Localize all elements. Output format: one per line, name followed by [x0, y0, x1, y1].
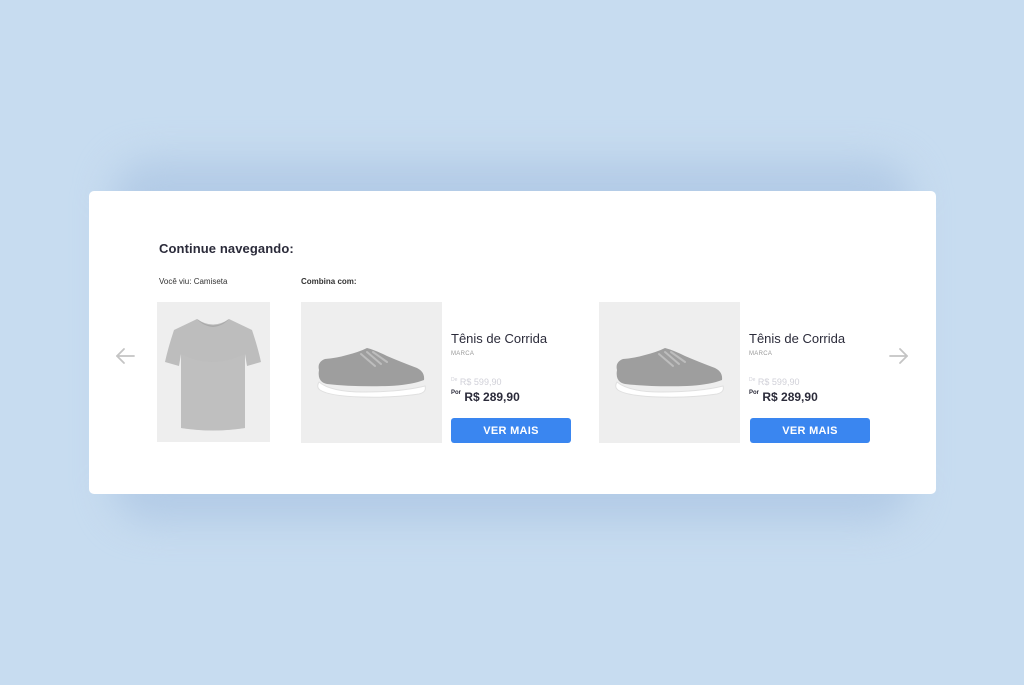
old-price-value: R$ 599,90: [757, 377, 800, 387]
arrow-left-icon[interactable]: [114, 345, 136, 367]
new-price: Por R$ 289,90: [451, 390, 573, 404]
new-price-value: R$ 289,90: [464, 390, 520, 404]
section-title: Continue navegando:: [159, 241, 294, 256]
combina-label: Combina com:: [301, 277, 357, 286]
continue-browsing-card: Continue navegando: Você viu: Camiseta C…: [89, 191, 936, 494]
product-brand: MARCA: [749, 351, 773, 357]
product-info: Tênis de Corrida MARCA De R$ 599,90 Por …: [749, 331, 871, 404]
new-price: Por R$ 289,90: [749, 390, 871, 404]
new-price-label: Por: [749, 390, 760, 396]
new-price-label: Por: [451, 390, 462, 396]
old-price-label: De: [749, 377, 756, 383]
ver-mais-button[interactable]: VER MAIS: [451, 418, 571, 443]
old-price: De R$ 599,90: [749, 377, 871, 387]
sneaker-image: [317, 348, 426, 398]
viewed-product-image[interactable]: [157, 302, 270, 442]
product-info: Tênis de Corrida MARCA De R$ 599,90 Por …: [451, 331, 573, 404]
tshirt-image: [165, 319, 261, 431]
viewed-product-label: Você viu: Camiseta: [159, 277, 228, 286]
arrow-right-icon[interactable]: [888, 345, 910, 367]
product-name[interactable]: Tênis de Corrida: [451, 331, 573, 346]
old-price-value: R$ 599,90: [459, 377, 502, 387]
old-price: De R$ 599,90: [451, 377, 573, 387]
sneaker-image: [615, 348, 724, 398]
ver-mais-button[interactable]: VER MAIS: [750, 418, 870, 443]
old-price-label: De: [451, 377, 458, 383]
product-name[interactable]: Tênis de Corrida: [749, 331, 871, 346]
product-brand: MARCA: [451, 351, 475, 357]
product-image[interactable]: [301, 302, 442, 443]
product-image[interactable]: [599, 302, 740, 443]
new-price-value: R$ 289,90: [762, 390, 818, 404]
